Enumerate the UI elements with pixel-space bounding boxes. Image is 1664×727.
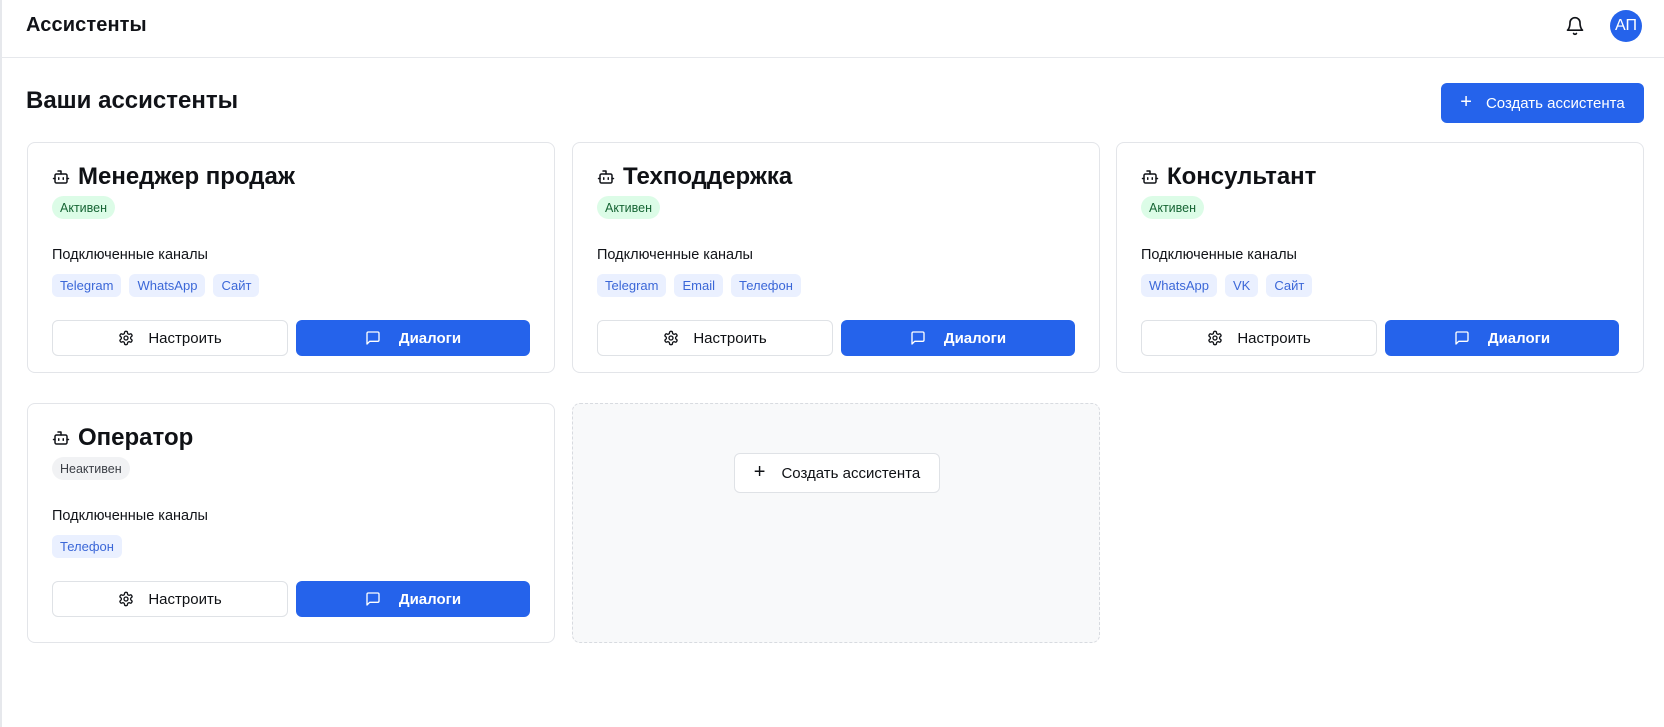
dialogs-label: Диалоги: [943, 329, 1007, 347]
channel-chip: Телефон: [730, 274, 801, 297]
plus-icon: +: [1460, 91, 1472, 113]
bell-icon[interactable]: [1565, 16, 1585, 36]
dialogs-button[interactable]: Диалоги: [296, 581, 530, 617]
configure-button[interactable]: Настроить: [52, 320, 288, 356]
dialogs-button[interactable]: Диалоги: [841, 320, 1075, 356]
configure-button[interactable]: Настроить: [597, 320, 833, 356]
assistant-name: Консультант: [1167, 163, 1317, 190]
message-icon: [1455, 331, 1469, 345]
channels-label: Подключенные каналы: [52, 508, 208, 524]
gear-icon: [119, 591, 134, 607]
gear-icon: [664, 330, 679, 346]
channel-list: Telegram Email Телефон: [597, 274, 801, 297]
dialogs-label: Диалоги: [1487, 329, 1551, 347]
dialogs-button[interactable]: Диалоги: [296, 320, 530, 356]
dialogs-button[interactable]: Диалоги: [1385, 320, 1619, 356]
status-badge: Активен: [52, 196, 116, 219]
channel-list: Telegram WhatsApp Сайт: [52, 274, 260, 297]
configure-button[interactable]: Настроить: [52, 581, 288, 617]
channel-chip: Telegram: [597, 274, 667, 297]
assistant-card-sales: Менеджер продаж Активен Подключенные кан…: [27, 142, 555, 373]
bot-icon: [52, 170, 70, 184]
top-bar: Ассистенты АП: [2, 0, 1664, 58]
bot-icon: [1141, 170, 1159, 184]
channel-chip: WhatsApp: [1141, 274, 1217, 297]
gear-icon: [119, 330, 134, 346]
message-icon: [911, 331, 925, 345]
card-title-row: Оператор: [52, 424, 193, 452]
create-assistant-button[interactable]: + Создать ассистента: [1441, 83, 1644, 123]
channel-chip: Сайт: [213, 274, 260, 297]
create-assistant-card: + Создать ассистента: [572, 403, 1100, 643]
create-assistant-card-button[interactable]: + Создать ассистента: [734, 453, 940, 493]
assistant-card-support: Техподдержка Активен Подключенные каналы…: [572, 142, 1100, 373]
status-badge: Активен: [1141, 196, 1205, 219]
app-window: Ассистенты АП Ваши ассистенты + Создать …: [0, 0, 1664, 727]
assistant-card-operator: Оператор Неактивен Подключенные каналы Т…: [27, 403, 555, 643]
channel-chip: Email: [674, 274, 723, 297]
configure-label: Настроить: [1237, 329, 1311, 347]
channels-label: Подключенные каналы: [52, 247, 208, 263]
assistant-name: Менеджер продаж: [78, 163, 295, 190]
assistant-card-consultant: Консультант Активен Подключенные каналы …: [1116, 142, 1644, 373]
card-title-row: Техподдержка: [597, 163, 792, 191]
status-badge: Активен: [597, 196, 661, 219]
create-assistant-label: Создать ассистента: [1485, 94, 1625, 112]
assistant-name: Техподдержка: [623, 163, 793, 190]
channel-chip: Сайт: [1266, 274, 1313, 297]
page-title: Ваши ассистенты: [26, 87, 239, 114]
channels-label: Подключенные каналы: [597, 247, 753, 263]
dialogs-label: Диалоги: [398, 590, 462, 608]
user-avatar[interactable]: АП: [1610, 10, 1642, 42]
message-icon: [366, 331, 380, 345]
status-badge: Неактивен: [52, 457, 130, 480]
dialogs-label: Диалоги: [398, 329, 462, 347]
channel-chip: Telegram: [52, 274, 122, 297]
channel-chip: VK: [1224, 274, 1259, 297]
assistant-name: Оператор: [78, 424, 194, 451]
channel-list: Телефон: [52, 535, 122, 558]
card-title-row: Менеджер продаж: [52, 163, 295, 191]
channel-chip: WhatsApp: [129, 274, 206, 297]
plus-icon: +: [753, 461, 766, 483]
configure-label: Настроить: [693, 329, 767, 347]
app-title: Ассистенты: [26, 14, 147, 36]
channel-list: WhatsApp VK Сайт: [1141, 274, 1313, 297]
bot-icon: [597, 170, 615, 184]
create-assistant-card-label: Создать ассистента: [781, 464, 921, 482]
channels-label: Подключенные каналы: [1141, 247, 1297, 263]
gear-icon: [1208, 330, 1223, 346]
channel-chip: Телефон: [52, 535, 122, 558]
card-title-row: Консультант: [1141, 163, 1316, 191]
bot-icon: [52, 431, 70, 445]
configure-button[interactable]: Настроить: [1141, 320, 1377, 356]
configure-label: Настроить: [148, 590, 222, 608]
message-icon: [366, 592, 380, 606]
configure-label: Настроить: [148, 329, 222, 347]
